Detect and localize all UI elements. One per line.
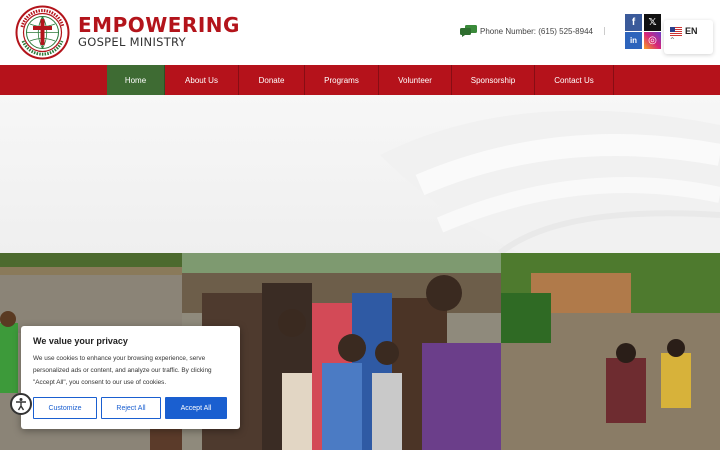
accessibility-icon[interactable] xyxy=(10,393,32,415)
nav-about-us[interactable]: About Us xyxy=(165,65,239,95)
nav-donate[interactable]: Donate xyxy=(239,65,305,95)
hero-swirl-decoration xyxy=(380,110,720,253)
cookie-title: We value your privacy xyxy=(33,336,128,346)
nav-home[interactable]: Home xyxy=(107,65,165,95)
customize-button[interactable]: Customize xyxy=(33,397,97,419)
phone-chat-icon xyxy=(460,25,477,37)
brand-title: EMPOWERING xyxy=(78,13,240,37)
brand-subtitle: GOSPEL MINISTRY xyxy=(78,35,186,49)
phone-number: Phone Number: (615) 525-8944 xyxy=(480,26,593,36)
main-navigation: Home About Us Donate Programs Volunteer … xyxy=(0,65,720,95)
hero-banner xyxy=(0,95,720,253)
nav-volunteer[interactable]: Volunteer xyxy=(379,65,452,95)
nav-contact-us[interactable]: Contact Us xyxy=(535,65,614,95)
baptism-photo xyxy=(501,253,720,450)
site-header: EMPOWERING GOSPEL MINISTRY Phone Number:… xyxy=(0,0,720,65)
cookie-description: We use cookies to enhance your browsing … xyxy=(33,355,212,386)
x-icon[interactable]: 𝕏 xyxy=(644,14,661,31)
ministry-seal-logo[interactable] xyxy=(15,5,70,60)
chevron-up-icon: ⌃ xyxy=(669,36,676,45)
header-divider xyxy=(604,27,605,35)
language-switcher[interactable]: EN ⌃ xyxy=(664,20,713,54)
nav-programs[interactable]: Programs xyxy=(305,65,379,95)
us-flag-icon xyxy=(670,27,682,36)
reject-all-button[interactable]: Reject All xyxy=(101,397,161,419)
language-code: EN xyxy=(685,26,698,36)
brand-wordmark[interactable]: EMPOWERING GOSPEL MINISTRY xyxy=(78,14,240,49)
instagram-icon[interactable]: ◎ xyxy=(644,32,661,49)
phone-contact[interactable]: Phone Number: (615) 525-8944 xyxy=(460,25,593,37)
accept-all-button[interactable]: Accept All xyxy=(165,397,227,419)
cookie-consent-banner: We value your privacy We use cookies to … xyxy=(21,326,240,429)
facebook-icon[interactable]: f xyxy=(625,14,642,31)
linkedin-icon[interactable]: in xyxy=(625,32,642,49)
nav-sponsorship[interactable]: Sponsorship xyxy=(452,65,535,95)
